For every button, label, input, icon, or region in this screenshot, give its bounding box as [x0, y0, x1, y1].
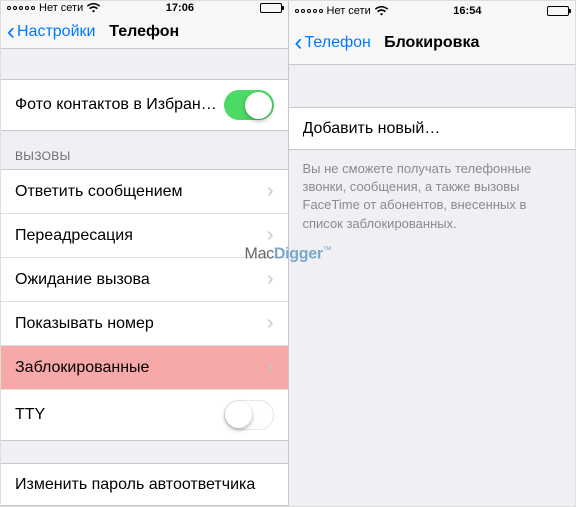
row-tty[interactable]: TTY — [1, 390, 288, 441]
back-button[interactable]: ‹ Телефон — [295, 31, 371, 55]
phone-settings-screen: Нет сети 17:06 ‹ Настройки Телефон Фото … — [1, 1, 288, 506]
row-label: Изменить пароль автоответчика — [15, 476, 274, 494]
row-label: Ответить сообщением — [15, 183, 267, 201]
carrier-label: Нет сети — [39, 2, 83, 14]
nav-bar: ‹ Настройки Телефон — [1, 16, 288, 49]
back-label: Телефон — [305, 34, 371, 52]
back-button[interactable]: ‹ Настройки — [7, 20, 95, 44]
phone-blocklist-screen: Нет сети 16:54 ‹ Телефон Блокировка Доба… — [288, 1, 576, 506]
battery-icon — [260, 3, 282, 13]
wifi-icon — [375, 6, 388, 16]
row-label: Переадресация — [15, 227, 267, 245]
chevron-left-icon: ‹ — [7, 20, 15, 44]
group-header-calls: ВЫЗОВЫ — [1, 131, 288, 169]
battery-icon — [547, 6, 569, 16]
toggle-tty[interactable] — [224, 400, 274, 430]
row-label: Добавить новый… — [303, 120, 562, 138]
row-favorites-photos[interactable]: Фото контактов в Избранном — [1, 79, 288, 131]
chevron-left-icon: ‹ — [295, 31, 303, 55]
signal-dots-icon — [295, 9, 323, 13]
row-call-forwarding[interactable]: Переадресация › — [1, 214, 288, 258]
row-label: Заблокированные — [15, 359, 267, 377]
chevron-right-icon: › — [267, 224, 274, 247]
row-call-waiting[interactable]: Ожидание вызова › — [1, 258, 288, 302]
status-time: 17:06 — [166, 2, 194, 14]
chevron-right-icon: › — [267, 180, 274, 203]
nav-bar: ‹ Телефон Блокировка — [289, 21, 576, 65]
chevron-right-icon: › — [267, 268, 274, 291]
row-label: Фото контактов в Избранном — [15, 96, 224, 114]
row-change-voicemail-password[interactable]: Изменить пароль автоответчика — [1, 463, 288, 506]
back-label: Настройки — [17, 23, 95, 41]
wifi-icon — [87, 3, 100, 13]
row-label: Ожидание вызова — [15, 271, 267, 289]
status-time: 16:54 — [453, 5, 481, 17]
row-show-number[interactable]: Показывать номер › — [1, 302, 288, 346]
row-blocked[interactable]: Заблокированные › — [1, 346, 288, 390]
chevron-right-icon: › — [267, 312, 274, 335]
toggle-favorites-photos[interactable] — [224, 90, 274, 120]
row-add-new[interactable]: Добавить новый… — [289, 107, 576, 150]
status-bar: Нет сети 16:54 — [289, 1, 576, 21]
group-footer-info: Вы не сможете получать телефонные звонки… — [289, 150, 576, 243]
row-label: TTY — [15, 406, 224, 424]
signal-dots-icon — [7, 6, 35, 10]
status-bar: Нет сети 17:06 — [1, 1, 288, 16]
row-respond-with-message[interactable]: Ответить сообщением › — [1, 169, 288, 214]
carrier-label: Нет сети — [327, 5, 371, 17]
row-label: Показывать номер — [15, 315, 267, 333]
chevron-right-icon: › — [267, 356, 274, 379]
